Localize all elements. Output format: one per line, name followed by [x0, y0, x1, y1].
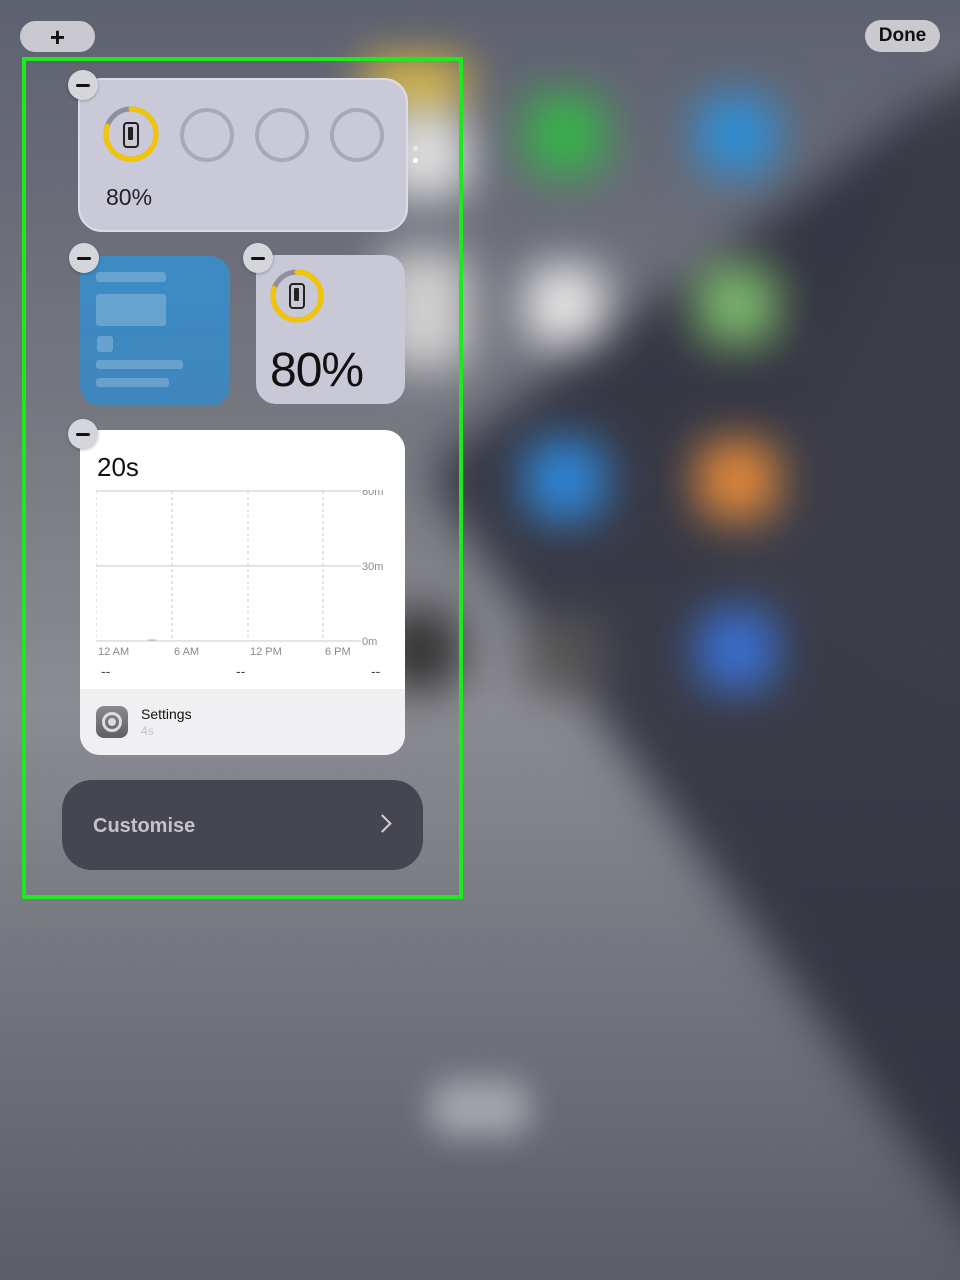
add-widget-button[interactable]: + [20, 21, 95, 52]
remove-widget-button[interactable] [243, 243, 273, 273]
x-tick-label: 6 PM [325, 646, 351, 658]
y-tick-label: 0m [362, 636, 377, 648]
remove-widget-button[interactable] [68, 70, 98, 100]
chevron-right-icon [373, 814, 392, 833]
top-app-name: Settings [141, 706, 192, 722]
screen-time-chart: 60m 30m 0m 12 AM 6 AM 12 PM 6 PM [96, 490, 383, 658]
screen-time-widget[interactable]: 20s 60m 30m 0m 12 AM 6 AM 12 PM 6 PM -- … [80, 430, 405, 755]
summary-value: -- [101, 663, 111, 679]
top-app-time: 4s [141, 724, 154, 738]
ipad-icon [289, 283, 305, 309]
x-tick-label: 6 AM [174, 646, 199, 658]
screen-time-total: 20s [97, 452, 139, 482]
stack-page-dot-active [413, 158, 418, 163]
y-tick-label: 60m [362, 490, 383, 498]
battery-percent: 80% [106, 184, 153, 210]
summary-value: -- [236, 663, 246, 679]
customise-button[interactable]: Customise [62, 780, 423, 870]
remove-widget-button[interactable] [69, 243, 99, 273]
done-button[interactable]: Done [865, 20, 940, 52]
battery-widget-small[interactable]: 80% [256, 255, 405, 404]
summary-value: -- [371, 663, 381, 679]
customise-label: Customise [93, 815, 196, 837]
empty-battery-slot [255, 108, 309, 162]
stack-page-dot [413, 146, 418, 151]
remove-widget-button[interactable] [68, 419, 98, 449]
battery-widget-large[interactable]: 80% [78, 78, 408, 232]
empty-battery-slot [330, 108, 384, 162]
ipad-icon [123, 122, 139, 148]
dock-blur [430, 1080, 530, 1136]
notes-widget-placeholder[interactable] [80, 256, 230, 406]
top-app-row[interactable]: Settings 4s [80, 689, 405, 755]
y-tick-label: 30m [362, 561, 383, 573]
empty-battery-slot [180, 108, 234, 162]
x-tick-label: 12 AM [98, 646, 129, 658]
battery-percent-large: 80% [270, 344, 364, 397]
settings-gear-icon [96, 706, 128, 738]
x-tick-label: 12 PM [250, 646, 282, 658]
